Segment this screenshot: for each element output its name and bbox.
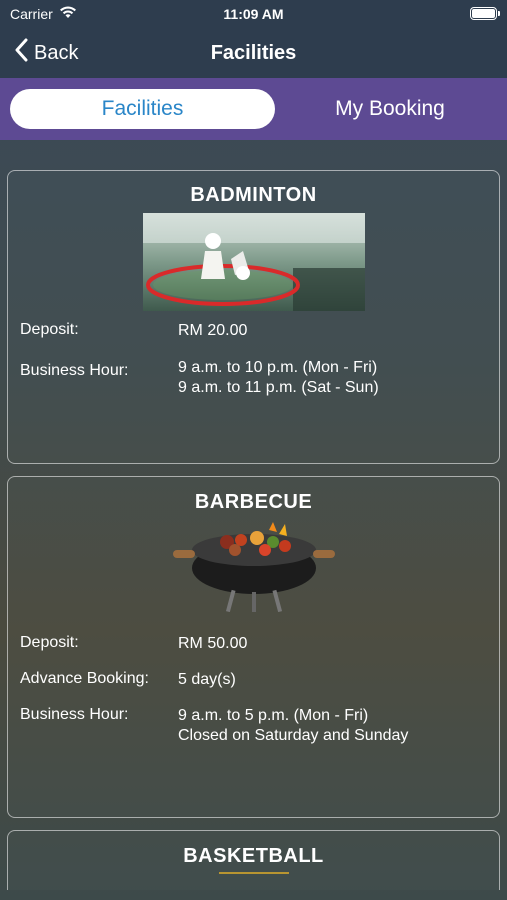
advance-booking-row: Advance Booking: 5 day(s) (8, 670, 499, 690)
deposit-value: RM 20.00 (178, 322, 248, 339)
facility-name: BASKETBALL (183, 845, 324, 867)
deposit-value: RM 50.00 (178, 635, 248, 652)
facility-card-basketball[interactable]: BASKETBALL (7, 830, 500, 890)
business-hour-label: Business Hour: (20, 706, 129, 723)
business-hour-label: Business Hour: (20, 362, 129, 379)
facility-card-barbecue[interactable]: BARBECUE Deposit: RM 50.00 Advance Booki… (7, 476, 500, 818)
status-left: Carrier (10, 6, 77, 22)
business-hour-weekday: 9 a.m. to 5 p.m. (Mon - Fri) (178, 707, 369, 724)
battery-icon (470, 7, 500, 20)
business-hour-row: Business Hour: 9 a.m. to 5 p.m. (Mon - F… (8, 706, 499, 746)
deposit-label: Deposit: (20, 321, 79, 338)
business-hour-row: Business Hour: 9 a.m. to 10 p.m. (Mon - … (8, 358, 499, 398)
facility-card-badminton[interactable]: BADMINTON Deposit: RM 20.00 Business Hou… (7, 170, 500, 464)
basketball-image (218, 872, 289, 880)
advance-booking-value: 5 day(s) (178, 671, 236, 688)
deposit-row: Deposit: RM 20.00 (8, 321, 499, 341)
back-label: Back (34, 41, 79, 64)
business-hour-weekend: 9 a.m. to 11 p.m. (Sat - Sun) (178, 379, 379, 396)
navigation-bar: Back Facilities (0, 28, 507, 78)
business-hour-weekend: Closed on Saturday and Sunday (178, 727, 409, 744)
deposit-row: Deposit: RM 50.00 (8, 634, 499, 654)
facility-list: BADMINTON Deposit: RM 20.00 Business Hou… (0, 140, 507, 890)
facility-name: BARBECUE (194, 491, 313, 513)
badminton-image (142, 213, 365, 311)
carrier-label: Carrier (10, 6, 53, 22)
wifi-icon (59, 6, 77, 22)
deposit-label: Deposit: (20, 634, 79, 651)
tab-my-booking[interactable]: My Booking (283, 89, 497, 129)
back-button[interactable]: Back (0, 38, 78, 68)
status-bar: Carrier 11:09 AM (0, 0, 507, 28)
barbecue-image (172, 522, 335, 612)
tab-bar: Facilities My Booking (0, 78, 507, 140)
advance-booking-label: Advance Booking: (20, 670, 149, 687)
business-hour-weekday: 9 a.m. to 10 p.m. (Mon - Fri) (178, 359, 378, 376)
tab-facilities[interactable]: Facilities (10, 89, 275, 129)
chevron-left-icon (14, 38, 28, 68)
facility-name: BADMINTON (190, 184, 317, 206)
